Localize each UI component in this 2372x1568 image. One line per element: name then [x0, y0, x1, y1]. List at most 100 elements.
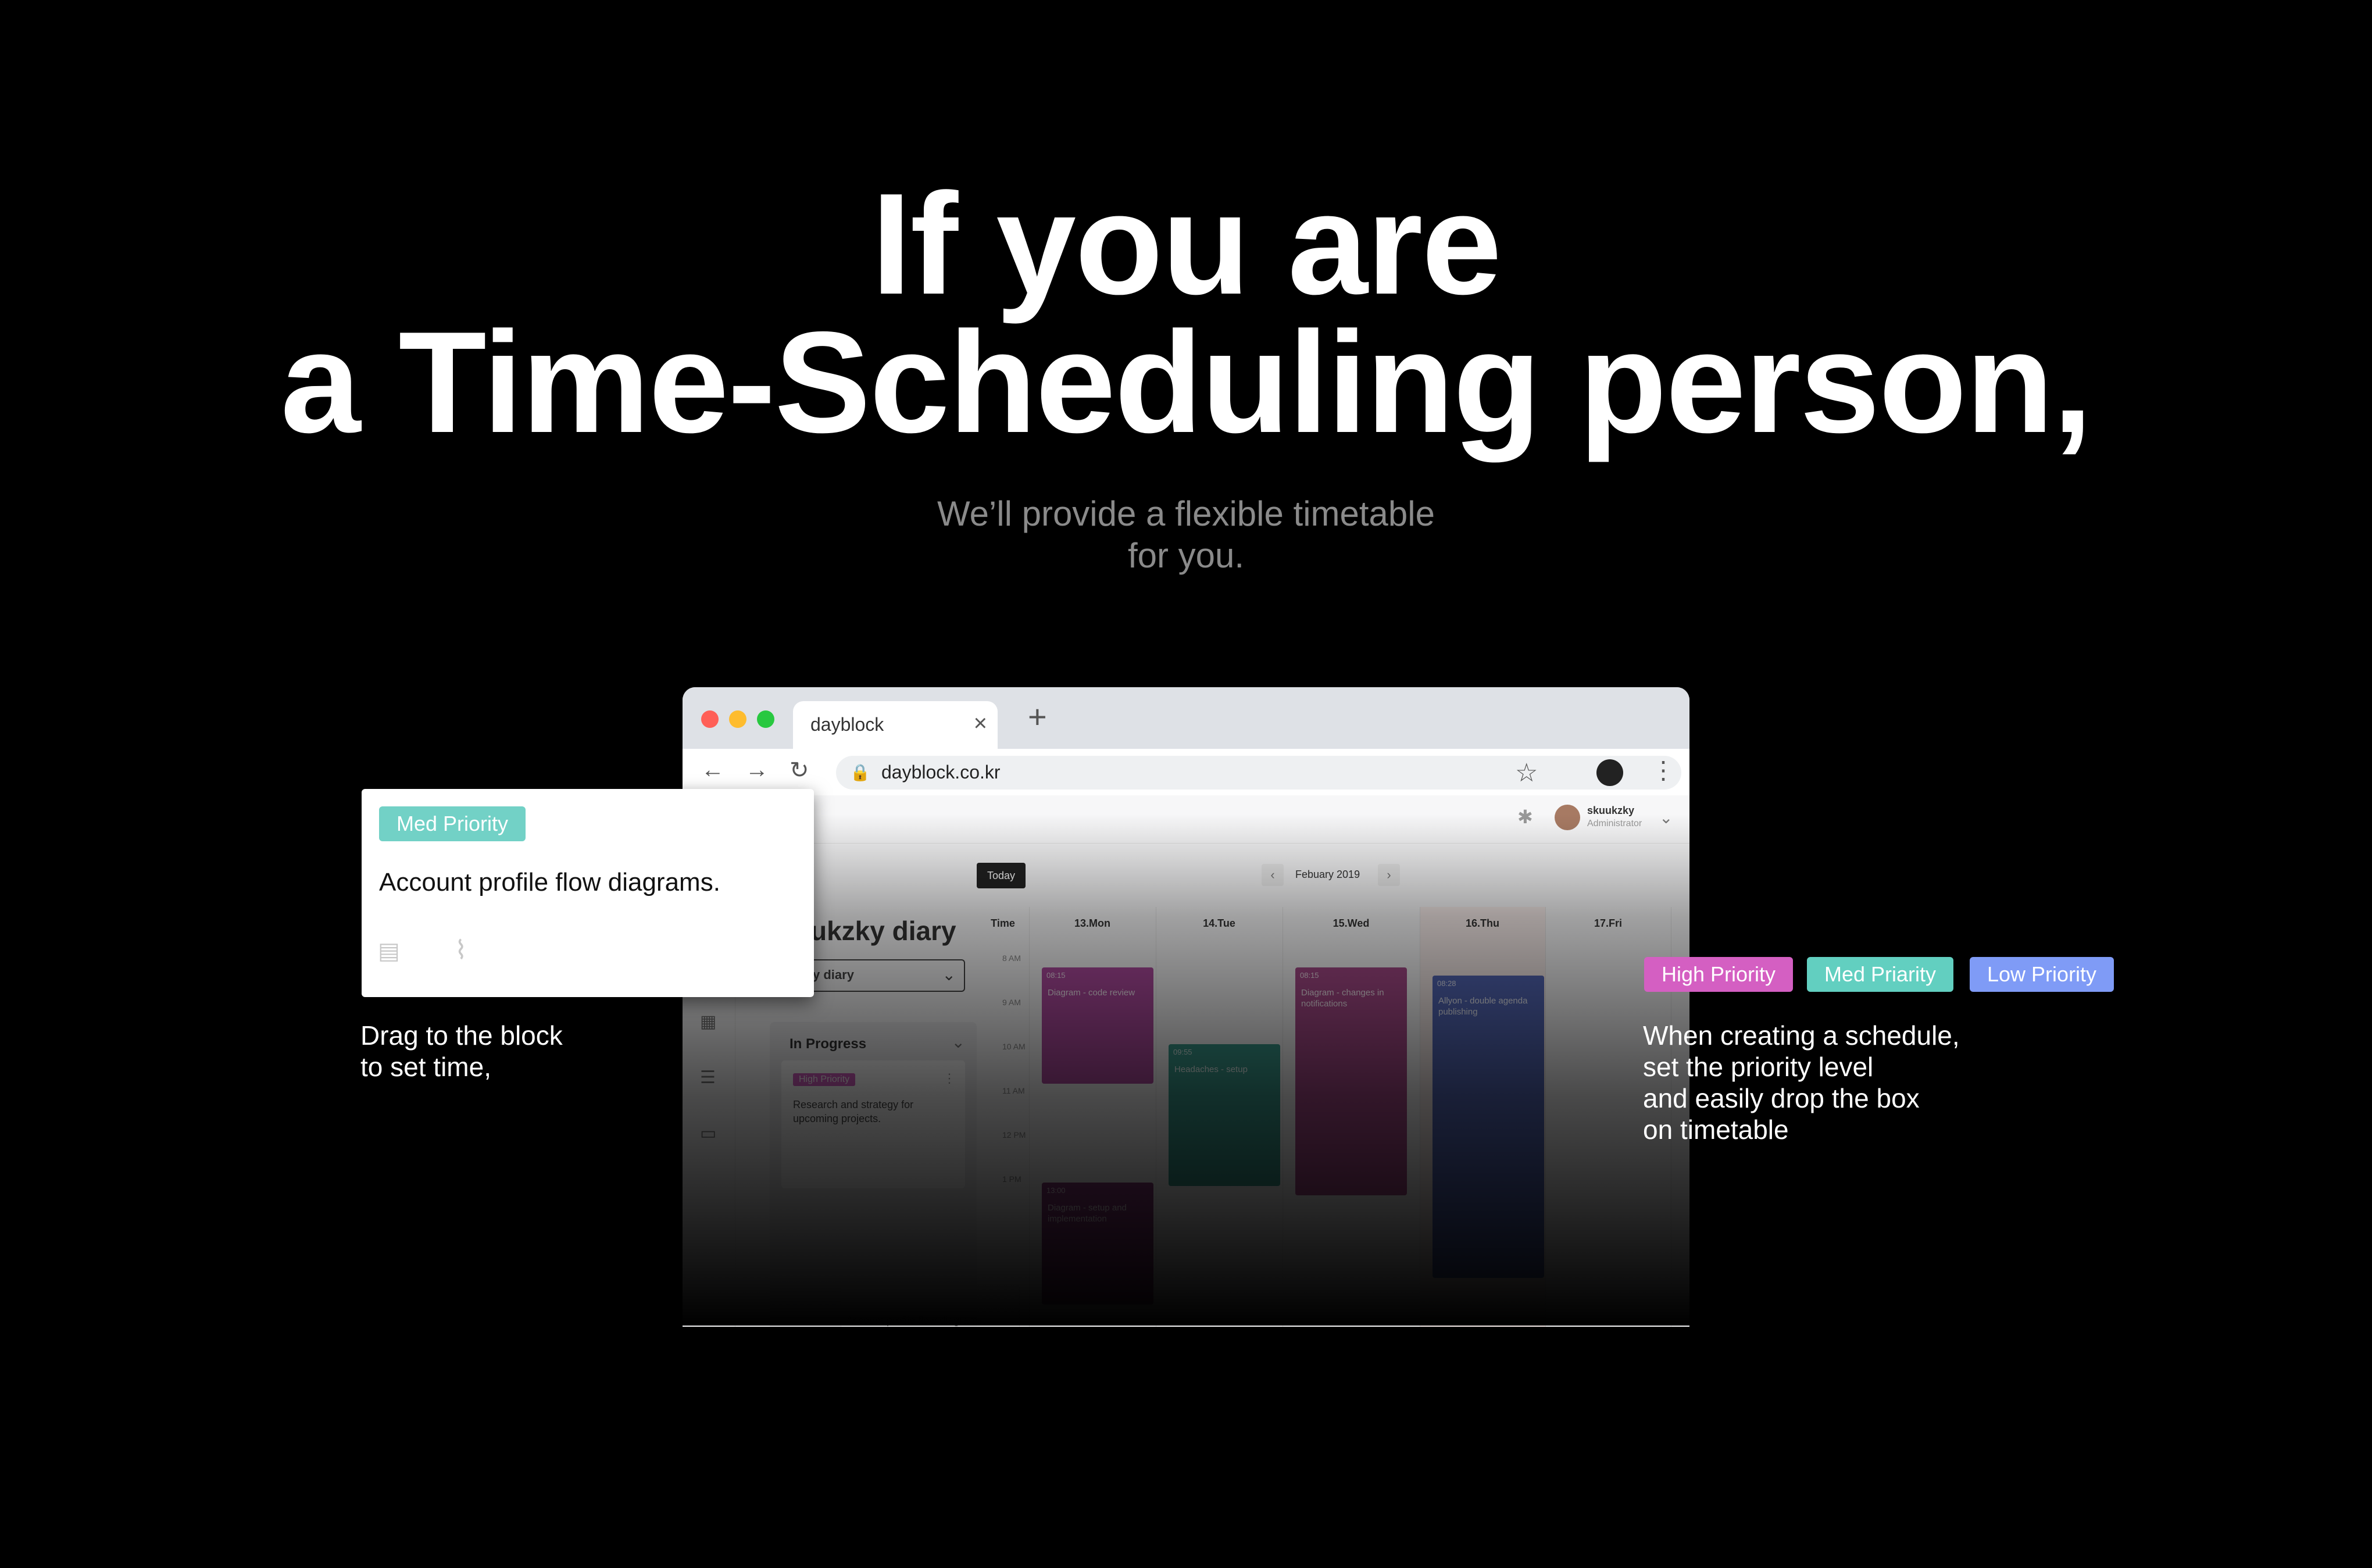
stats-view-icon[interactable]: ▭ [700, 1123, 716, 1144]
chevron-right-icon[interactable]: › [1378, 864, 1400, 886]
event-time: 08:15 [1300, 971, 1319, 980]
paperclip-icon[interactable]: ⌇ [455, 935, 467, 965]
column-header-day: 15.Wed [1333, 917, 1370, 929]
reload-icon[interactable]: ↻ [790, 757, 809, 784]
app-header: ✱ skuukzky Administrator ⌄ [683, 795, 1689, 844]
med-priority-tag: Med Priority [379, 806, 526, 841]
lock-icon: 🔒 [850, 763, 870, 781]
column-header-time: Time [991, 917, 1015, 929]
browser-tab[interactable]: dayblock × [793, 701, 998, 749]
time-label: 8 AM [1002, 953, 1021, 963]
hero-line-2: a Time-Scheduling person, [280, 301, 2093, 463]
priority-caption-line-4: on timetable [1643, 1115, 1789, 1145]
column-header: In Progress [790, 1036, 867, 1052]
time-label: 12 PM [1002, 1130, 1026, 1140]
priority-caption-line-2: set the priority level [1643, 1052, 1874, 1082]
event-title: Headaches - setup [1174, 1065, 1248, 1074]
tab-title: dayblock [810, 714, 884, 735]
floating-task-card[interactable]: Med Priority Account profile flow diagra… [362, 789, 814, 997]
drag-caption-line-1: Drag to the block [360, 1020, 563, 1051]
event-time: 08:15 [1046, 971, 1066, 980]
task-text: Account profile flow diagrams. [379, 868, 720, 896]
address-bar[interactable]: 🔒 dayblock.co.kr ☆ [836, 756, 1681, 790]
comment-icon[interactable]: ▤ [378, 938, 400, 965]
drag-caption-line-2: to set time, [360, 1052, 491, 1082]
diary-select[interactable]: y diary ⌄ [802, 959, 965, 992]
browser-toolbar: ← → ↻ 🔒 dayblock.co.kr ☆ ⋮ [683, 749, 1689, 796]
tab-bar: dayblock × + [683, 687, 1689, 749]
timetable-grid: Time 13.Mon 14.Tue 15.Wed 16.Thu 17.Fri … [977, 907, 1689, 1327]
grid-line [1545, 907, 1546, 1327]
user-name: skuukzky [1587, 805, 1635, 816]
column-header-day: 16.Thu [1465, 917, 1499, 929]
med-priority-tag: Med Priarity [1807, 957, 1954, 992]
time-label: 1 PM [1002, 1174, 1021, 1184]
task-card[interactable]: High Priority ⋮ Research and strategy fo… [781, 1060, 965, 1188]
app-content: ✱ skuukzky Administrator ⌄ ▦ ☰ ▭ ukzky d… [683, 795, 1689, 1327]
dragging-card-ghost[interactable]: Account profile flow diagrams. [841, 1285, 1020, 1327]
hero-subtitle: We’ll provide a flexible timetable for y… [0, 493, 2372, 577]
time-label: 10 AM [1002, 1042, 1026, 1051]
close-window-dot[interactable] [701, 710, 719, 728]
minimize-window-dot[interactable] [729, 710, 746, 728]
event-block[interactable]: 09:55 Headaches - setup [1169, 1044, 1280, 1186]
column-header-day: 17.Fri [1594, 917, 1623, 929]
column-header-day: 13.Mon [1074, 917, 1110, 929]
event-time: 13:00 [1046, 1186, 1066, 1195]
priority-caption: When creating a schedule, set the priori… [1643, 1020, 1960, 1145]
hero-subtitle-line-2: for you. [1127, 536, 1245, 575]
bookmark-star-icon[interactable]: ☆ [1515, 758, 1538, 788]
board-view-icon[interactable]: ▦ [700, 1012, 716, 1032]
back-arrow-icon[interactable]: ← [701, 757, 724, 783]
new-tab-icon[interactable]: + [1028, 698, 1047, 735]
tab-close-icon[interactable]: × [974, 710, 987, 737]
priority-tag: High Priority [793, 1073, 856, 1086]
ghost-text: Account profile flow diagrams. [846, 1315, 986, 1326]
url-text[interactable]: dayblock.co.kr [881, 762, 1001, 783]
priority-caption-line-1: When creating a schedule, [1643, 1020, 1960, 1051]
event-block[interactable]: 08:15 Diagram - changes in notifications [1295, 967, 1407, 1195]
chevron-down-icon[interactable]: ⌄ [952, 1033, 965, 1052]
hero-line-1: If you are [871, 163, 1502, 324]
column-header-day: 14.Tue [1203, 917, 1235, 929]
low-priority-tag: Low Priority [1970, 957, 2114, 992]
card-menu-icon[interactable]: ⋮ [943, 1071, 956, 1086]
time-label: 11 AM [1002, 1086, 1025, 1095]
list-view-icon[interactable]: ☰ [700, 1067, 716, 1088]
priority-caption-line-3: and easily drop the box [1643, 1083, 1920, 1113]
chevron-down-icon: ⌄ [942, 966, 956, 984]
calendar-toolbar: Today ‹ Febuary 2019 › [683, 843, 1689, 907]
event-time: 08:28 [1437, 979, 1456, 988]
event-block[interactable]: 08:15 Diagram - code review [1042, 967, 1153, 1084]
task-text: Research and strategy for upcoming proje… [793, 1099, 914, 1124]
drag-caption: Drag to the block to set time, [360, 1020, 563, 1083]
browser-menu-icon[interactable]: ⋮ [1651, 756, 1676, 784]
chevron-down-icon[interactable]: ⌄ [1659, 808, 1673, 827]
today-button[interactable]: Today [977, 863, 1026, 888]
chevron-left-icon[interactable]: ‹ [1262, 864, 1284, 886]
forward-arrow-icon[interactable]: → [745, 757, 769, 783]
grid-line [1029, 907, 1030, 1327]
hero-subtitle-line-1: We’ll provide a flexible timetable [937, 494, 1435, 533]
event-title: Allyon - double agenda publishing [1438, 996, 1528, 1017]
high-priority-tag: High Priority [1644, 957, 1794, 992]
event-title: Diagram - code review [1048, 988, 1135, 998]
event-block[interactable]: 08:28 Allyon - double agenda publishing [1433, 976, 1544, 1278]
hero-heading: If you are a Time-Scheduling person, [0, 172, 2372, 454]
notification-bell-icon[interactable]: ✱ [1517, 806, 1533, 828]
maximize-window-dot[interactable] [757, 710, 774, 728]
month-label: Febuary 2019 [1295, 869, 1360, 880]
profile-avatar-icon[interactable] [1596, 759, 1623, 786]
event-title: Diagram - setup and implementation [1048, 1203, 1127, 1224]
hero: If you are a Time-Scheduling person, We’… [0, 172, 2372, 577]
user-avatar[interactable] [1555, 805, 1580, 830]
in-progress-column: In Progress ⌄ High Priority ⋮ Research a… [770, 1022, 977, 1327]
event-block[interactable]: 13:00 Diagram - setup and implementation [1042, 1183, 1153, 1305]
user-role: Administrator [1587, 819, 1642, 828]
event-time: 09:55 [1173, 1048, 1192, 1056]
diary-select-value: y diary [813, 967, 854, 982]
event-title: Diagram - changes in notifications [1301, 988, 1384, 1009]
diary-title: ukzky diary [810, 916, 956, 946]
time-label: 9 AM [1002, 998, 1021, 1007]
browser-window: dayblock × + ← → ↻ 🔒 dayblock.co.kr ☆ ⋮ … [683, 687, 1689, 1327]
